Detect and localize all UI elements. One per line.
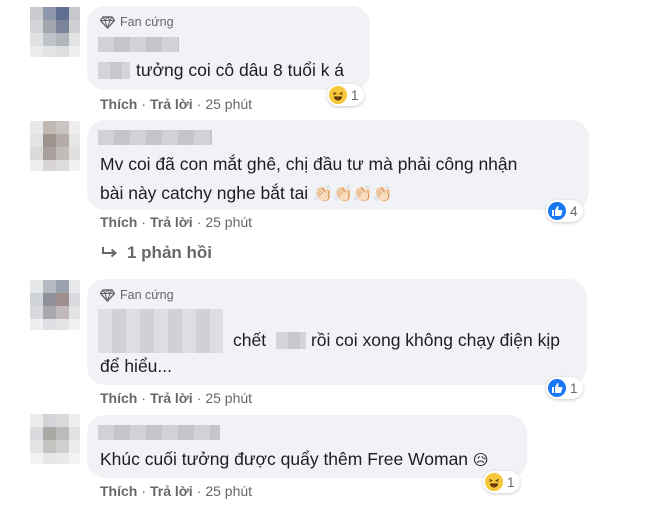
reaction-count: 1 [351, 87, 359, 103]
comment-text-line2: bài này catchy nghe bắt tai 👏🏻👏🏻👏🏻👏🏻 [100, 183, 393, 203]
diamond-icon [100, 288, 115, 302]
author-name-blurred[interactable] [98, 309, 223, 353]
like-link[interactable]: Thích [100, 483, 137, 499]
author-name-blurred[interactable] [98, 130, 212, 145]
clap-emoji: 👏🏻👏🏻👏🏻👏🏻 [313, 186, 393, 203]
reply-link[interactable]: Trả lời [150, 96, 193, 112]
reaction-count: 4 [570, 203, 578, 219]
comment-text-line2: để hiểu... [100, 356, 172, 376]
comment-text: Khúc cuối tưởng được quẩy thêm Free Woma… [100, 449, 489, 469]
sad-emoji: 😥 [472, 452, 489, 469]
reaction-count: 1 [570, 380, 578, 396]
reaction-summary[interactable]: 1 [483, 471, 520, 493]
reply-link[interactable]: Trả lời [150, 390, 193, 406]
like-icon [548, 202, 566, 220]
timestamp[interactable]: 25 phút [205, 96, 252, 112]
avatar[interactable] [30, 414, 80, 464]
timestamp[interactable]: 25 phút [205, 390, 252, 406]
avatar[interactable] [30, 7, 80, 57]
comment-actions: Thích · Trả lời · 25 phút [100, 483, 253, 499]
laugh-emoji-icon [329, 86, 347, 104]
fan-badge: Fan cứng [100, 288, 174, 302]
blurred-word [98, 62, 130, 79]
blurred-word [275, 332, 306, 349]
like-link[interactable]: Thích [100, 214, 137, 230]
reaction-summary[interactable]: 4 [546, 200, 583, 222]
reply-arrow-icon [102, 247, 118, 258]
author-name-blurred[interactable] [98, 37, 179, 52]
comment-text: tưởng coi cô dâu 8 tuổi k á [98, 56, 344, 85]
like-icon [548, 379, 566, 397]
avatar[interactable] [30, 121, 80, 171]
author-name-blurred[interactable] [98, 425, 220, 440]
comment-actions: Thích · Trả lời · 25 phút [100, 390, 253, 406]
timestamp[interactable]: 25 phút [205, 483, 252, 499]
like-link[interactable]: Thích [100, 390, 137, 406]
avatar[interactable] [30, 280, 80, 330]
reaction-summary[interactable]: 1 [327, 84, 364, 106]
view-replies-link[interactable]: 1 phản hồi [101, 243, 212, 263]
fan-badge: Fan cứng [100, 15, 174, 29]
reply-link[interactable]: Trả lời [150, 214, 193, 230]
badge-label: Fan cứng [120, 288, 174, 302]
comment-text: chết rồi coi xong không chạy điện kịp [233, 330, 560, 350]
badge-label: Fan cứng [120, 15, 174, 29]
replies-label: 1 phản hồi [127, 243, 212, 262]
comment-bubble: Khúc cuối tưởng được quẩy thêm Free Woma… [87, 415, 527, 478]
comment-bubble: Mv coi đã con mắt ghê, chị đầu tư mà phả… [87, 120, 589, 210]
comment-actions: Thích · Trả lời · 25 phút [100, 214, 253, 230]
reaction-summary[interactable]: 1 [546, 377, 583, 399]
timestamp[interactable]: 25 phút [205, 214, 252, 230]
laugh-emoji-icon [485, 473, 503, 491]
comment-bubble: Fan cứng chết rồi coi xong không chạy đi… [87, 279, 587, 385]
comment-bubble: Fan cứng tưởng coi cô dâu 8 tuổi k á [87, 6, 370, 90]
diamond-icon [100, 15, 115, 29]
reaction-count: 1 [507, 474, 515, 490]
comment-text: Mv coi đã con mắt ghê, chị đầu tư mà phả… [100, 154, 518, 174]
reply-link[interactable]: Trả lời [150, 483, 193, 499]
like-link[interactable]: Thích [100, 96, 137, 112]
comment-actions: Thích · Trả lời · 25 phút [100, 96, 253, 112]
